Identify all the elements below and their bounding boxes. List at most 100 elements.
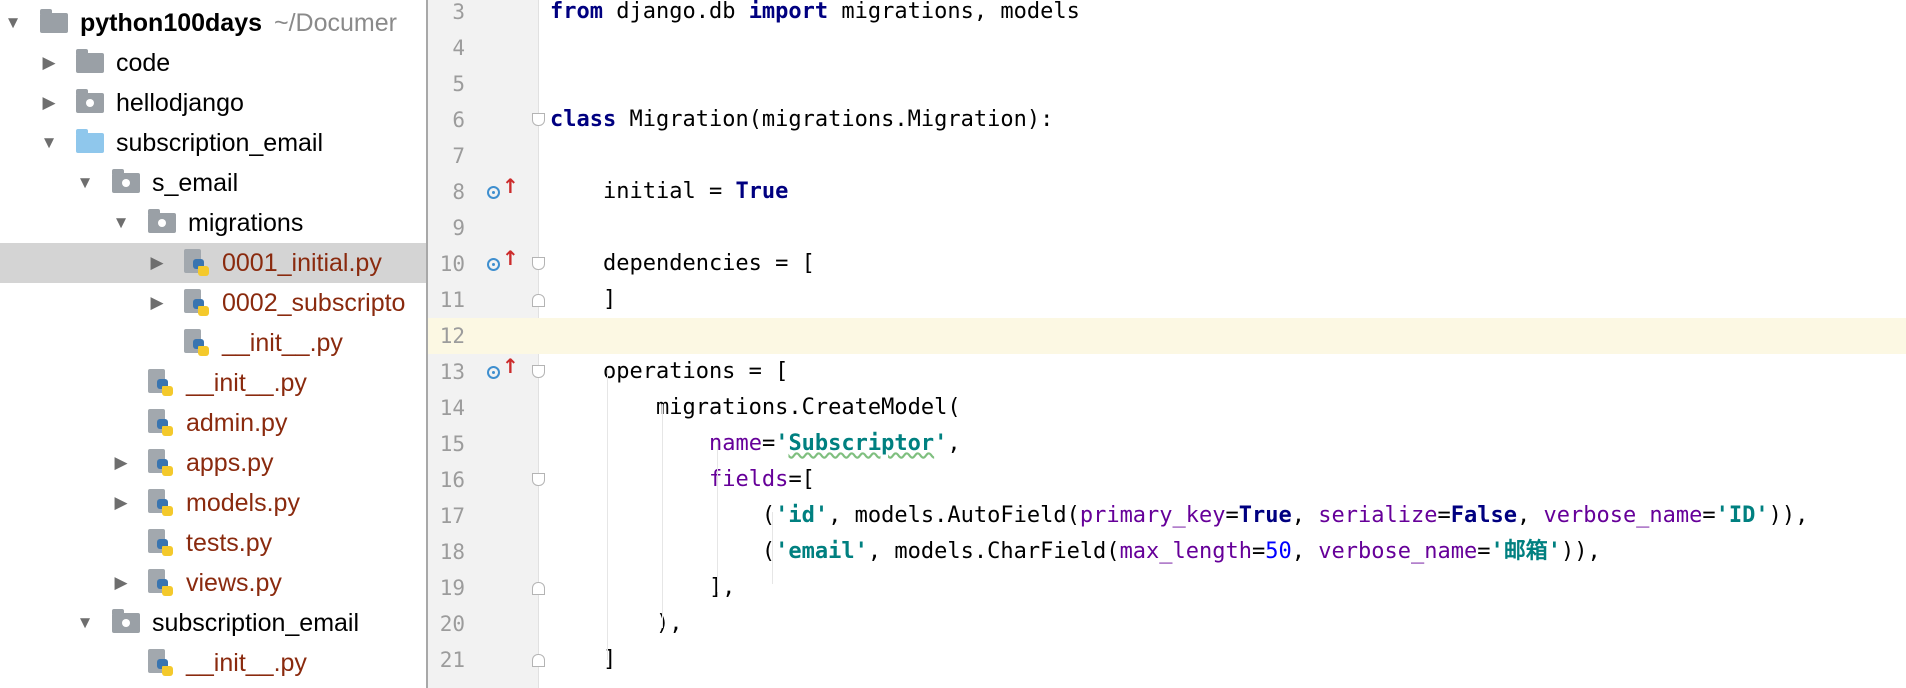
code-text: operations = [ [550,354,788,390]
line-number: 15 [439,432,465,456]
code-line[interactable]: 5 [428,66,1906,102]
python-file-icon [148,569,174,597]
tree-row-tests[interactable]: tests.py [0,523,426,563]
expanded-arrow-icon[interactable]: ▼ [40,133,58,152]
fold-end-icon[interactable] [532,654,545,667]
python-file-icon [184,249,210,277]
collapsed-arrow-icon[interactable]: ▶ [112,493,130,512]
code-line[interactable]: 13 ↑ operations = [ [428,354,1906,390]
fold-end-icon[interactable] [532,294,545,307]
override-up-arrow-icon[interactable]: ↑ [487,248,519,275]
code-token: verbose_name [1543,503,1703,528]
tree-row-code[interactable]: ▶ code [0,43,426,83]
code-token: , [1516,503,1544,528]
tree-row-models[interactable]: ▶ models.py [0,483,426,523]
code-line[interactable]: 15 name='Subscriptor', [428,426,1906,462]
line-number: 8 [452,180,465,204]
expanded-arrow-icon[interactable]: ▼ [76,613,94,632]
code-text: ] [550,282,616,318]
code-line[interactable]: 14 migrations.CreateModel( [428,390,1906,426]
indent-guide [662,404,663,628]
python-file-icon [148,489,174,517]
code-token: fields [708,467,789,492]
expanded-arrow-icon[interactable]: ▼ [4,13,22,32]
tree-row-subscription-email-init[interactable]: __init__.py [0,643,426,683]
indent-guide [772,512,773,584]
code-line[interactable]: 11 ] [428,282,1906,318]
collapsed-arrow-icon[interactable]: ▶ [112,453,130,472]
collapsed-arrow-icon[interactable]: ▶ [148,293,166,312]
code-line[interactable]: 8 ↑ initial = True [428,174,1906,210]
tree-item-label: migrations [188,208,304,237]
tree-row-admin[interactable]: admin.py [0,403,426,443]
tree-row-migrations[interactable]: ▼ migrations [0,203,426,243]
collapsed-arrow-icon[interactable]: ▶ [40,53,58,72]
tree-row-hellodjango[interactable]: ▶ hellodjango [0,83,426,123]
code-line[interactable]: 9 [428,210,1906,246]
fold-collapse-icon[interactable] [532,473,545,486]
code-line[interactable]: 18 ('email', models.CharField(max_length… [428,534,1906,570]
expanded-arrow-icon[interactable]: ▼ [76,173,94,192]
code-line[interactable]: 3 from django.db import migrations, model… [428,0,1906,30]
code-token: False [1450,503,1517,528]
code-token: migrations, models [828,0,1080,24]
expanded-arrow-icon[interactable]: ▼ [112,213,130,232]
code-token: import [748,0,829,24]
fold-collapse-icon[interactable] [532,257,545,270]
code-token: 'id' [775,503,829,528]
python-file-icon [148,409,174,437]
collapsed-arrow-icon[interactable]: ▶ [40,93,58,112]
line-number: 11 [439,288,465,312]
tree-item-label: __init__.py [186,648,307,677]
code-token: primary_key [1079,503,1226,528]
project-tree-panel: ▼ python100days ~/Documer ▶ code ▶ hello… [0,0,426,688]
override-up-arrow-icon[interactable]: ↑ [487,356,519,383]
code-token: 'email' [775,539,868,564]
tree-row-views[interactable]: ▶ views.py [0,563,426,603]
tree-row-s-email-init[interactable]: __init__.py [0,363,426,403]
fold-collapse-icon[interactable] [532,365,545,378]
tree-row-migrations-init[interactable]: __init__.py [0,323,426,363]
code-line[interactable]: 20 ), [428,606,1906,642]
tree-item-label: code [116,48,171,77]
folder-icon [40,9,68,33]
code-line[interactable]: 12 [428,318,1906,354]
override-up-arrow-icon[interactable]: ↑ [487,176,519,203]
tree-item-label: tests.py [186,528,273,557]
code-token: = [1252,539,1266,564]
code-token: verbose_name [1318,539,1478,564]
line-number: 18 [439,540,465,564]
tree-row-s-email[interactable]: ▼ s_email [0,163,426,203]
python-file-icon [148,449,174,477]
code-line[interactable]: 6 class Migration(migrations.Migration): [428,102,1906,138]
code-line[interactable]: 4 [428,30,1906,66]
line-number: 19 [439,576,465,600]
line-number: 4 [452,36,465,60]
tree-row-0001-initial[interactable]: ▶ 0001_initial.py [0,243,426,283]
tree-row-subscription-email-pkg[interactable]: ▼ subscription_email [0,603,426,643]
code-token: =[ [788,467,815,492]
code-line[interactable]: 17 ('id', models.AutoField(primary_key=T… [428,498,1906,534]
collapsed-arrow-icon[interactable]: ▶ [112,573,130,592]
line-number: 10 [439,252,465,276]
code-token: = [1437,503,1451,528]
tree-row-apps[interactable]: ▶ apps.py [0,443,426,483]
code-text: ('id', models.AutoField(primary_key=True… [550,498,1808,534]
code-token: , [947,431,961,456]
code-line[interactable]: 16 fields=[ [428,462,1906,498]
code-line[interactable]: 10 ↑ dependencies = [ [428,246,1906,282]
tree-row-root[interactable]: ▼ python100days ~/Documer [0,3,426,43]
code-line[interactable]: 21 ] [428,642,1906,678]
project-root-path: ~/Documer [274,8,397,37]
fold-collapse-icon[interactable] [532,113,545,126]
collapsed-arrow-icon[interactable]: ▶ [148,253,166,272]
tree-row-subscription-email[interactable]: ▼ subscription_email [0,123,426,163]
code-line[interactable]: 19 ], [428,570,1906,606]
tree-row-0002-subscriptor[interactable]: ▶ 0002_subscripto [0,283,426,323]
code-text: ('email', models.CharField(max_length=50… [550,534,1601,570]
code-line[interactable]: 7 [428,138,1906,174]
fold-end-icon[interactable] [532,582,545,595]
code-token: Migration(migrations.Migration): [616,107,1054,132]
code-token: , [1291,503,1319,528]
code-token: dependencies = [ [550,251,815,276]
